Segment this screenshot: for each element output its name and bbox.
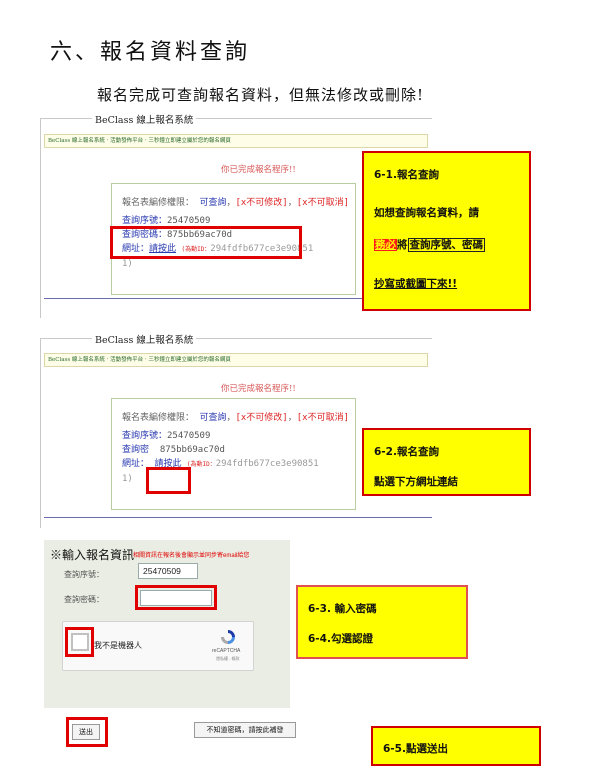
panel-1-topbar: BeClass 線上報名系統 · 活動發佈平台 · 三秒鐘立即建立屬於您的報名網…	[44, 134, 428, 148]
url-hash-end: 1)	[122, 259, 133, 269]
recaptcha-brand: reCAPTCHA	[212, 648, 241, 654]
perm-no-edit: [x不可修改]	[235, 198, 288, 208]
password-label: 查詢密	[122, 445, 150, 455]
highlight-password-input	[135, 585, 217, 610]
callout-6-3: 6-3. 輸入密碼	[308, 603, 377, 615]
callout-6-3-6-4: 6-3. 輸入密碼 6-4.勾選認證	[296, 585, 468, 659]
serial-value: 25470509	[167, 216, 211, 226]
url-hash: 294fdfb677ce3e90851	[215, 459, 319, 469]
highlight-url-link	[146, 467, 191, 494]
callout-6-1-text: 如想查詢報名資料，請	[374, 207, 479, 219]
highlight-submit-button	[66, 717, 108, 747]
perm-label: 報名表編修權限：	[122, 198, 195, 208]
recaptcha-terms[interactable]: 隱私權 - 條款	[216, 656, 240, 662]
page-subheading: 報名完成可查詢報名資料，但無法修改或刪除!	[97, 86, 425, 104]
panel-2-bottom-line	[44, 517, 432, 518]
url-label: 網址：	[122, 459, 150, 469]
url-hash-end: 1)	[122, 474, 133, 484]
perm-no-edit: [x不可修改]	[235, 413, 288, 423]
serial-label: 查詢序號：	[122, 431, 168, 441]
panel-1-frame-left	[40, 118, 41, 318]
forgot-password-button[interactable]: 不知道密碼，請按此補發	[194, 722, 296, 738]
perm-view: 可查詢	[199, 198, 227, 208]
form-serial-label: 查詢序號：	[64, 570, 104, 579]
highlight-serial-password	[110, 226, 302, 259]
serial-value: 25470509	[167, 431, 211, 441]
perm-label: 報名表編修權限：	[122, 413, 195, 423]
callout-6-2-title: 6-2.報名查詢	[374, 446, 439, 458]
callout-6-1-last: 抄寫或截圖下來!!	[374, 278, 458, 290]
password-value: 875bb69ac70d	[159, 445, 225, 455]
form-title: ※輸入報名資訊	[50, 548, 135, 562]
panel-1-notice: 你已完成報名程序!!	[221, 165, 296, 175]
serial-label: 查詢序號：	[122, 216, 168, 226]
panel-2-topbar: BeClass 線上報名系統 · 活動發佈平台 · 三秒鐘立即建立屬於您的報名網…	[44, 353, 428, 367]
callout-6-1-must-line: 務必將 查詢序號、密碼	[374, 238, 485, 252]
form-password-label: 查詢密碼：	[64, 595, 104, 604]
url-note: (為動ID：	[186, 461, 216, 468]
callout-6-5-text: 6-5.點選送出	[383, 743, 448, 755]
callout-6-4: 6-4.勾選認證	[308, 633, 373, 645]
page-heading: 六、報名資料查詢	[50, 40, 251, 65]
perm-no-delete: [x不可取消]	[296, 413, 350, 423]
form-note: 相關資訊在報名後會顯示並同步寄email給您	[133, 553, 250, 559]
panel-2-frame-left	[40, 338, 41, 528]
callout-6-2-text: 點選下方網址連結	[374, 476, 458, 488]
callout-6-1-title: 6-1.報名查詢	[374, 169, 439, 181]
panel-1-title: BeClass 線上報名系統	[92, 112, 197, 126]
highlight-recaptcha-checkbox	[65, 627, 94, 657]
perm-no-delete: [x不可取消]	[296, 198, 350, 208]
callout-6-5: 6-5.點選送出	[371, 726, 541, 766]
panel-2-title: BeClass 線上報名系統	[92, 332, 197, 346]
callout-6-1-boxed: 查詢序號、密碼	[407, 238, 485, 252]
recaptcha-label: 我不是機器人	[94, 641, 142, 650]
callout-6-2: 6-2.報名查詢 點選下方網址連結	[362, 428, 531, 496]
recaptcha-icon	[219, 628, 237, 646]
callout-6-1-must: 務必	[374, 239, 397, 251]
callout-6-1: 6-1.報名查詢 如想查詢報名資料，請 務必將 查詢序號、密碼 抄寫或截圖下來!!	[362, 151, 531, 311]
panel-2-notice: 你已完成報名程序!!	[221, 384, 296, 394]
perm-view: 可查詢	[199, 413, 227, 423]
serial-input[interactable]: 25470509	[138, 563, 198, 579]
